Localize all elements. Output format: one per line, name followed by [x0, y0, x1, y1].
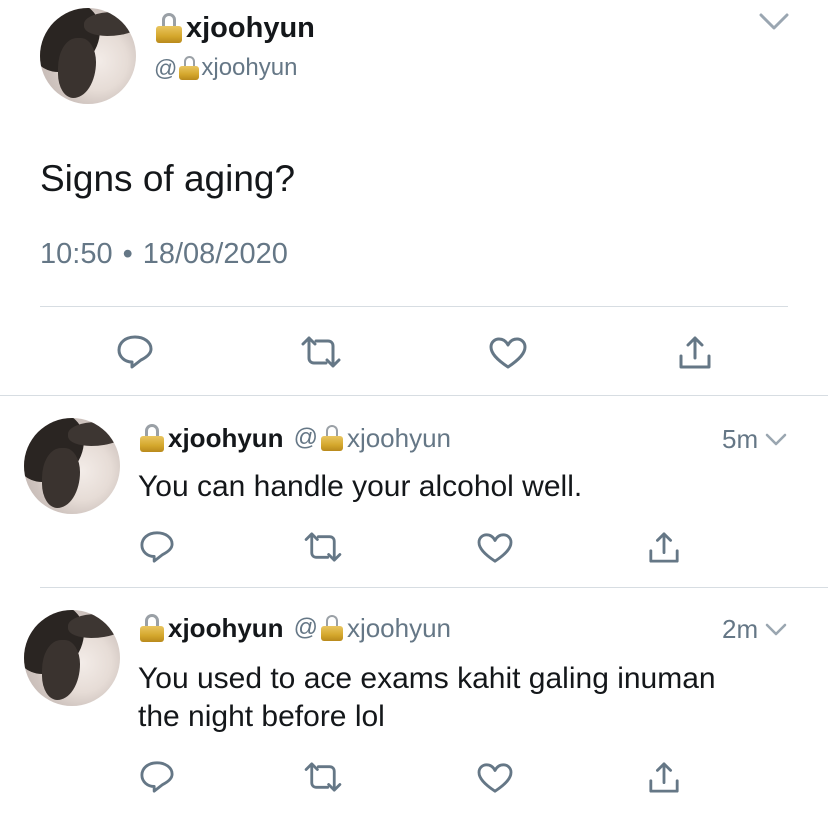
tweet-date: 18/08/2020 [142, 238, 288, 270]
display-name[interactable]: xjoohyun [168, 423, 284, 454]
avatar[interactable] [24, 418, 120, 514]
handle[interactable]: xjoohyun [201, 54, 297, 82]
share-icon[interactable] [648, 760, 680, 794]
lock-icon [179, 56, 200, 80]
reply-icon[interactable] [139, 530, 175, 564]
reply-age: 5m [722, 424, 759, 454]
like-icon[interactable] [488, 336, 528, 370]
avatar[interactable] [24, 610, 120, 706]
handle-at: @ [154, 54, 178, 81]
handle[interactable]: xjoohyun [347, 423, 451, 454]
share-icon[interactable] [678, 334, 712, 370]
lock-icon [140, 424, 164, 452]
handle[interactable]: xjoohyun [347, 613, 451, 644]
like-icon[interactable] [476, 762, 514, 794]
reply-text-line: the night before lol [138, 700, 385, 733]
lock-icon [156, 13, 182, 43]
lock-icon [320, 425, 343, 451]
reply-text-line: You used to ace exams kahit galing inuma… [138, 662, 716, 695]
reply-text: You used to ace exams kahit galing inuma… [138, 660, 716, 736]
retweet-icon[interactable] [303, 532, 343, 562]
separator-dot: • [122, 238, 133, 270]
chevron-down-icon[interactable] [764, 432, 788, 448]
lock-icon [140, 614, 164, 642]
handle-at: @ [293, 424, 318, 451]
avatar[interactable] [40, 8, 136, 104]
reply-text: You can handle your alcohol well. [138, 470, 583, 503]
like-icon[interactable] [476, 532, 514, 564]
share-icon[interactable] [648, 530, 680, 564]
divider [40, 587, 828, 588]
retweet-icon[interactable] [300, 336, 342, 368]
reply-icon[interactable] [139, 760, 175, 794]
reply-age: 2m [722, 614, 759, 644]
handle-at: @ [293, 614, 318, 641]
lock-icon [320, 615, 343, 641]
display-name[interactable]: xjoohyun [186, 12, 315, 45]
chevron-down-icon[interactable] [764, 622, 788, 638]
tweet-timestamp[interactable]: 10:50 • 18/08/2020 [40, 238, 288, 271]
divider [40, 306, 788, 307]
tweet-time: 10:50 [40, 238, 113, 270]
retweet-icon[interactable] [303, 762, 343, 792]
display-name[interactable]: xjoohyun [168, 613, 284, 644]
divider [0, 395, 828, 396]
reply-icon[interactable] [116, 334, 154, 370]
tweet-text: Signs of aging? [40, 158, 296, 199]
chevron-down-icon[interactable] [758, 12, 790, 32]
